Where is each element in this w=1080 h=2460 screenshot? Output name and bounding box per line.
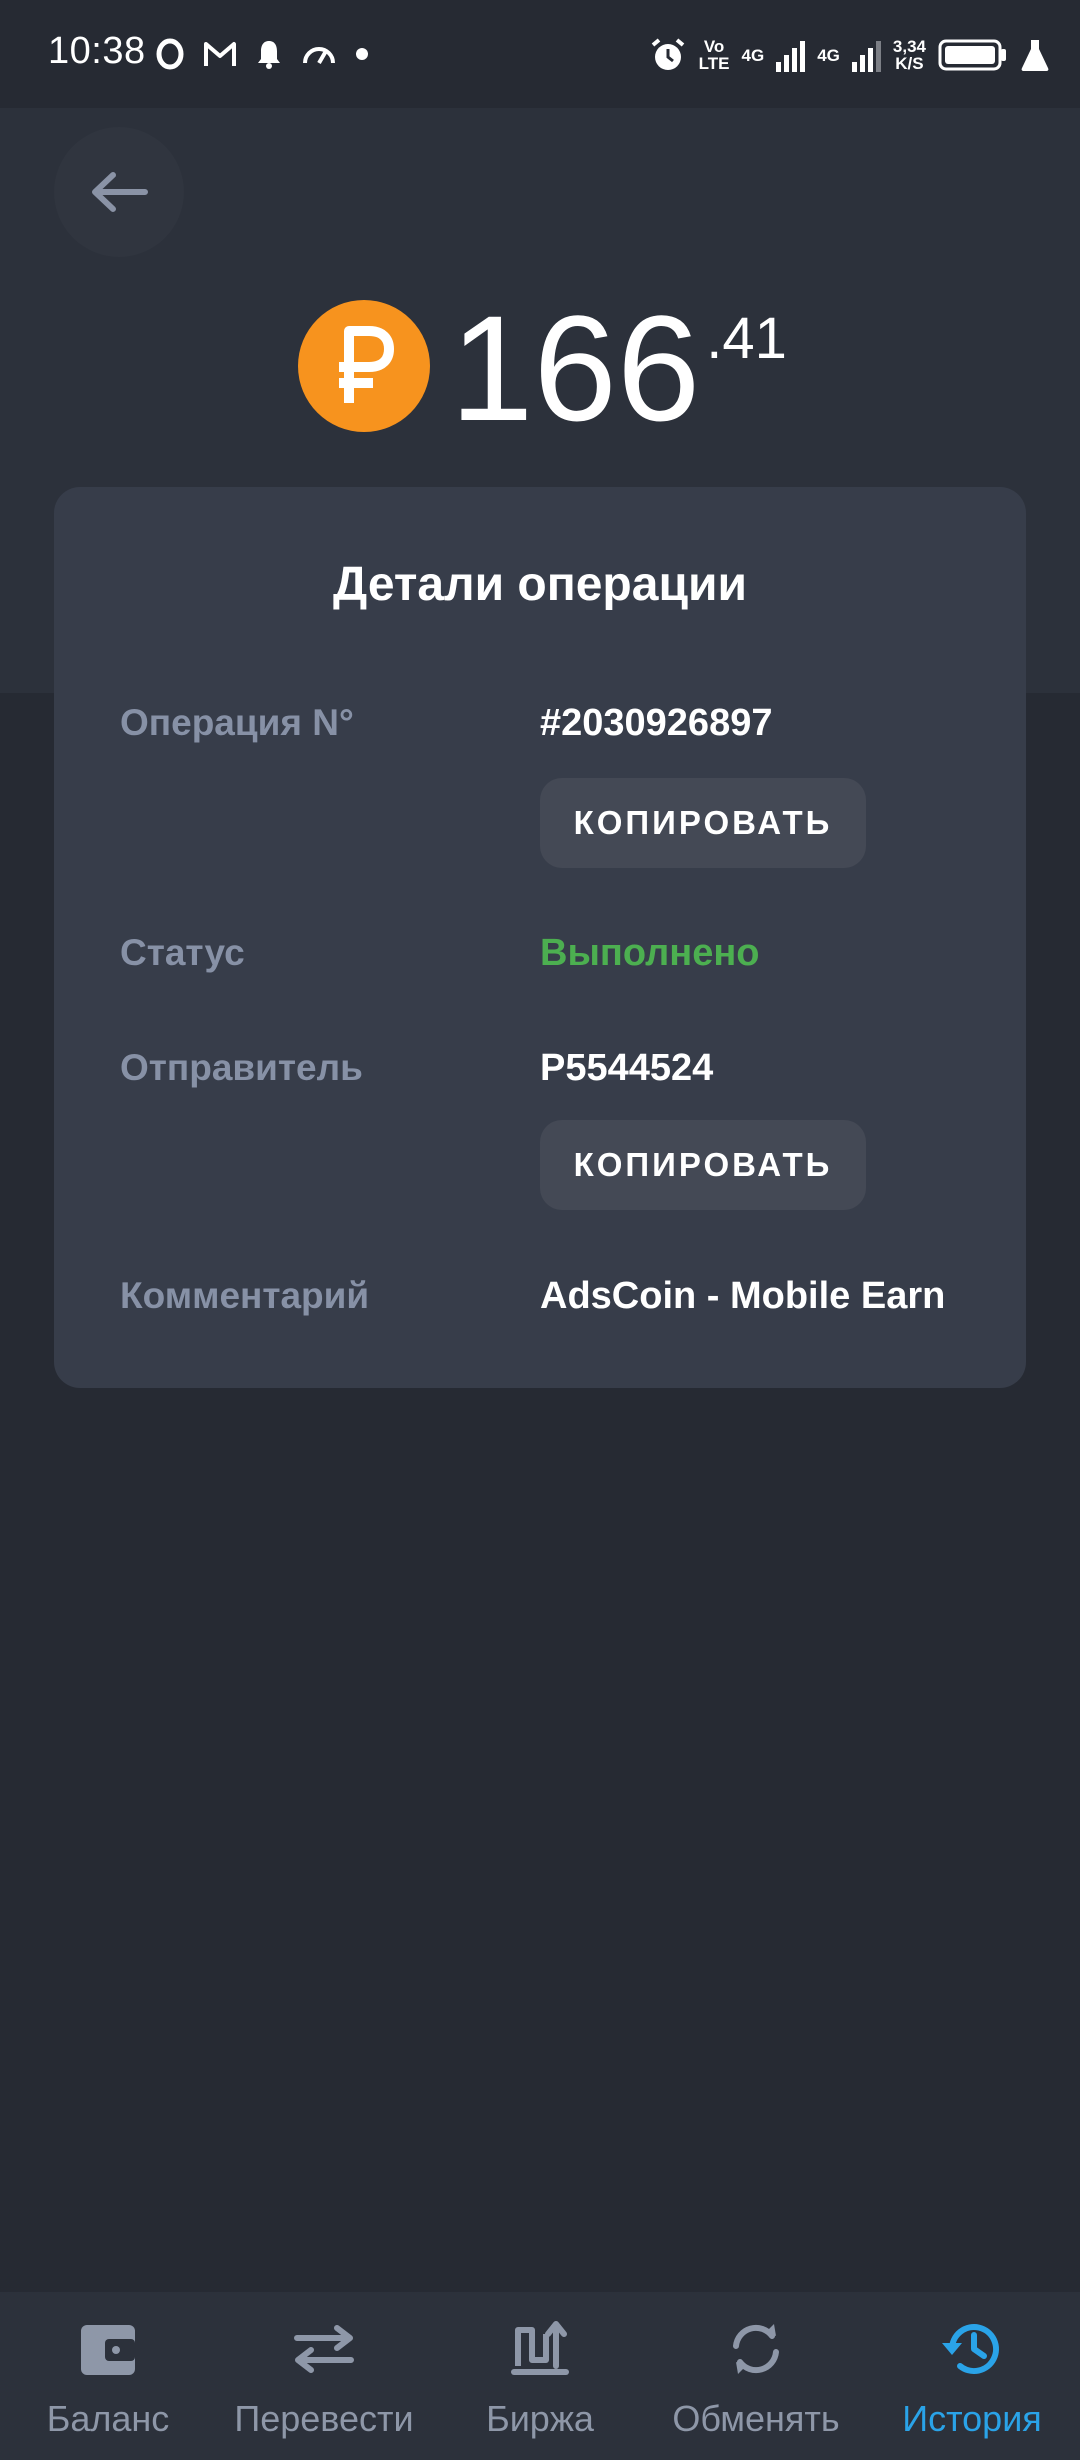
nav-item-swap[interactable]: Обменять: [648, 2292, 864, 2460]
sim2-network-type: 4G: [817, 45, 840, 65]
refresh-icon: [721, 2314, 791, 2384]
sender-label: Отправитель: [120, 1047, 363, 1088]
status-time: 10:38: [48, 30, 146, 72]
nav-item-exchange[interactable]: Биржа: [432, 2292, 648, 2460]
balance-fraction: .41: [706, 306, 787, 371]
back-button[interactable]: [54, 127, 184, 257]
sender-value: P5544524: [540, 1047, 714, 1089]
dot-icon: [356, 48, 368, 60]
status-system-icons: Vo LTE 4G 4G 3,34 K/S: [649, 30, 1050, 80]
volte-indicator: Vo LTE: [698, 37, 730, 73]
balance-display: 166 .41: [298, 284, 787, 452]
signal-icon: [776, 38, 806, 72]
operation-number-label: Операция N°: [120, 702, 354, 743]
status-bar: 10:38 Vo LTE 4G 4G 3,34 K/S: [0, 0, 1080, 108]
ruble-coin-icon: [298, 300, 430, 432]
transfer-arrows-icon: [289, 2314, 359, 2384]
exchange-chart-icon: [505, 2314, 575, 2384]
network-speed: 3,34 K/S: [892, 37, 926, 73]
arrow-left-icon: [92, 172, 148, 212]
nav-item-history[interactable]: История: [864, 2292, 1080, 2460]
nav-label-exchange: Биржа: [486, 2398, 594, 2439]
status-notification-icons: [155, 34, 369, 74]
status-label: Статус: [120, 932, 245, 973]
nav-label-swap: Обменять: [672, 2398, 840, 2439]
bottom-navigation: Баланс Перевести Биржа Обменять История: [0, 2292, 1080, 2460]
alarm-icon: [651, 38, 684, 70]
balance-integer: 166: [450, 284, 701, 452]
sim1-network-type: 4G: [741, 45, 765, 65]
nav-label-history: История: [902, 2398, 1042, 2439]
status-value: Выполнено: [540, 932, 760, 974]
nav-item-balance[interactable]: Баланс: [0, 2292, 216, 2460]
history-clock-icon: [937, 2314, 1007, 2384]
operation-details-card: Детали операции Операция N° #2030926897 …: [54, 487, 1026, 1388]
nav-label-balance: Баланс: [46, 2398, 170, 2439]
speedometer-icon: [303, 47, 335, 65]
battery-icon: [938, 39, 1006, 71]
card-title: Детали операции: [333, 558, 747, 611]
signal-icon: [851, 38, 881, 72]
operation-number-value: #2030926897: [540, 702, 773, 744]
opera-icon: [156, 38, 184, 70]
gmail-icon: [204, 42, 236, 66]
bell-icon: [258, 41, 280, 69]
comment-value: AdsCoin - Mobile Earn: [540, 1275, 946, 1317]
copy-sender-button[interactable]: КОПИРОВАТЬ: [540, 1120, 866, 1210]
copy-operation-button[interactable]: КОПИРОВАТЬ: [540, 778, 866, 868]
comment-label: Комментарий: [120, 1275, 370, 1316]
flask-icon: [1021, 40, 1049, 71]
nav-item-transfer[interactable]: Перевести: [216, 2292, 432, 2460]
wallet-icon: [73, 2314, 143, 2384]
nav-label-transfer: Перевести: [234, 2398, 414, 2439]
